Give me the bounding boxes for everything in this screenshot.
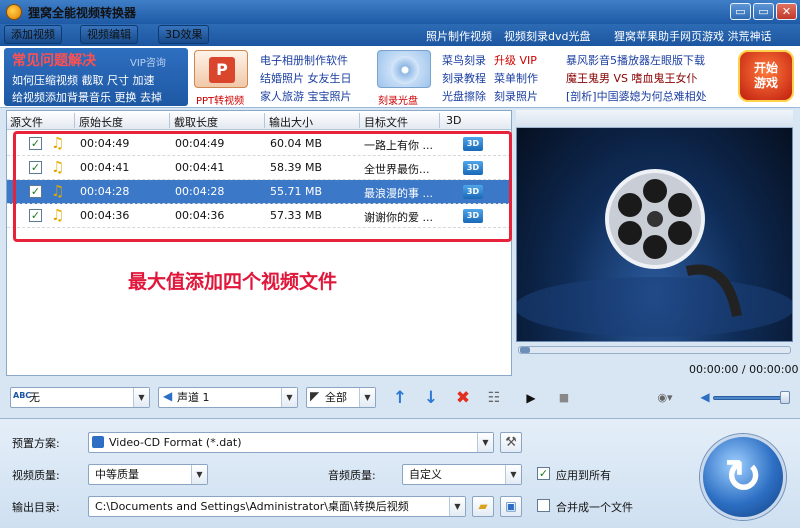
3d-effect-button[interactable]: 3D效果 xyxy=(158,25,210,44)
preview-toolbar xyxy=(516,110,793,128)
news-link-3[interactable]: [剖析]中国婆媳为何总难相处 xyxy=(566,88,707,104)
vip-consult-link[interactable]: VIP咨询 xyxy=(130,54,166,69)
header-divider xyxy=(74,113,75,128)
output-dir-input[interactable]: C:\Documents and Settings\Administrator\… xyxy=(88,496,466,517)
video-preview xyxy=(516,110,793,342)
chevron-down-icon[interactable]: ▼ xyxy=(191,465,207,484)
ppt-icon[interactable]: P xyxy=(194,50,248,88)
link-dvd-burn[interactable]: 视频刻录dvd光盘 xyxy=(504,28,590,44)
speaker-icon: ◀ xyxy=(163,389,173,403)
burn-link-erase[interactable]: 光盘擦除 xyxy=(442,88,486,104)
chevron-down-icon[interactable]: ▼ xyxy=(281,388,297,407)
burn-disc-link[interactable]: 刻录光盘 xyxy=(378,92,418,107)
video-quality-select[interactable]: 中等质量 xyxy=(88,464,208,485)
clear-list-icon[interactable]: ☷ xyxy=(482,388,506,408)
stop-icon[interactable]: ■ xyxy=(557,391,571,405)
news-link-2[interactable]: 魔王鬼男 VS 嗜血鬼王女仆 xyxy=(566,70,698,86)
restore-button[interactable]: ▭ xyxy=(753,3,774,20)
faq-title: 常见问题解决 xyxy=(12,53,96,69)
album-link-3[interactable]: 家人旅游 宝宝照片 xyxy=(260,88,352,104)
news-link-1[interactable]: 暴风影音5播放器左眼版下载 xyxy=(566,52,705,68)
subtitle-icon: ABC xyxy=(13,391,32,400)
burn-link-vip[interactable]: 升级 VIP xyxy=(494,52,537,68)
col-3d[interactable]: 3D xyxy=(446,114,461,127)
col-output-size[interactable]: 输出大小 xyxy=(269,114,313,130)
convert-arrow-icon: ↻ xyxy=(723,449,763,503)
burn-link-novice[interactable]: 菜鸟刻录 xyxy=(442,52,486,68)
apply-all-checkbox[interactable]: ✓ xyxy=(537,467,550,480)
wrench-icon[interactable]: ⚒ xyxy=(500,432,522,453)
audio-quality-select[interactable]: 自定义 xyxy=(402,464,522,485)
close-button[interactable]: ✕ xyxy=(776,3,797,20)
volume-icon[interactable]: ◀ xyxy=(698,390,712,404)
audio-track-value: 声道 1 xyxy=(177,391,210,404)
preset-label: 预置方案: xyxy=(12,437,60,450)
app-logo-icon xyxy=(6,4,22,20)
film-reel-icon xyxy=(517,169,792,337)
highlight-box xyxy=(13,131,512,242)
header-divider xyxy=(359,113,360,128)
burn-link-menu[interactable]: 菜单制作 xyxy=(494,70,538,86)
burn-link-tutorial[interactable]: 刻录教程 xyxy=(442,70,486,86)
faq-link-compress[interactable]: 如何压缩视频 截取 尺寸 加速 xyxy=(12,72,155,88)
ppt-to-video-link[interactable]: PPT转视频 xyxy=(196,92,244,107)
folder-icon[interactable]: ▰ xyxy=(472,496,494,517)
link-apple-assistant[interactable]: 狸窝苹果助手 xyxy=(614,28,680,44)
link-web-game[interactable]: 网页游戏 洪荒神话 xyxy=(680,28,772,44)
open-folder-icon[interactable]: ▣ xyxy=(500,496,522,517)
window-title: 狸窝全能视频转换器 xyxy=(28,6,137,20)
start-game-button[interactable]: 开始 游戏 xyxy=(738,50,794,102)
audio-quality-value: 自定义 xyxy=(409,468,442,481)
delete-icon[interactable]: ✖ xyxy=(451,388,475,408)
output-dir-value: C:\Documents and Settings\Administrator\… xyxy=(95,500,409,513)
volume-thumb[interactable] xyxy=(780,391,790,404)
col-target-file[interactable]: 目标文件 xyxy=(364,114,408,130)
video-quality-value: 中等质量 xyxy=(95,468,139,481)
format-icon xyxy=(92,436,104,448)
clip-icon: ◤ xyxy=(310,389,320,403)
start-game-label: 开始 游戏 xyxy=(753,61,778,90)
video-edit-button[interactable]: 视频编辑 xyxy=(80,25,138,44)
move-down-icon[interactable]: ↓ xyxy=(419,388,443,408)
chevron-down-icon[interactable]: ▼ xyxy=(505,465,521,484)
audio-track-select[interactable]: 声道 1 xyxy=(158,387,298,408)
faq-link-music[interactable]: 给视频添加背景音乐 更换 去掉 xyxy=(12,89,162,105)
chevron-down-icon[interactable]: ▼ xyxy=(359,388,375,407)
add-video-button[interactable]: 添加视频 xyxy=(4,25,62,44)
col-source[interactable]: 源文件 xyxy=(10,114,43,130)
merge-checkbox[interactable] xyxy=(537,499,550,512)
header-divider xyxy=(264,113,265,128)
link-photo-video[interactable]: 照片制作视频 xyxy=(426,28,492,44)
header-divider xyxy=(169,113,170,128)
col-orig-length[interactable]: 原始长度 xyxy=(79,114,123,130)
move-up-icon[interactable]: ↑ xyxy=(388,388,412,408)
apply-all-label: 应用到所有 xyxy=(556,469,611,482)
chevron-down-icon[interactable]: ▼ xyxy=(477,433,493,452)
chevron-down-icon[interactable]: ▼ xyxy=(449,497,465,516)
album-link-2[interactable]: 结婚照片 女友生日 xyxy=(260,70,352,86)
audio-quality-label: 音频质量: xyxy=(328,469,376,482)
chevron-down-icon[interactable]: ▼ xyxy=(133,388,149,407)
camera-icon[interactable]: ◉▾ xyxy=(654,391,676,405)
seek-thumb[interactable] xyxy=(520,347,530,353)
video-quality-label: 视频质量: xyxy=(12,469,60,482)
output-dir-label: 输出目录: xyxy=(12,501,60,514)
merge-label: 合并成一个文件 xyxy=(556,501,633,514)
annotation-text: 最大值添加四个视频文件 xyxy=(128,271,338,293)
minimize-button[interactable]: ▭ xyxy=(730,3,751,20)
volume-slider[interactable] xyxy=(713,396,783,400)
play-icon[interactable]: ▶ xyxy=(524,391,538,405)
clip-value: 全部 xyxy=(325,391,347,404)
burn-disc-icon[interactable] xyxy=(377,50,431,88)
header-divider xyxy=(439,113,440,128)
col-cut-length[interactable]: 截取长度 xyxy=(174,114,218,130)
seek-slider[interactable] xyxy=(518,346,791,354)
time-display: 00:00:00 / 00:00:00 xyxy=(689,363,799,376)
preset-select[interactable]: Video-CD Format (*.dat) xyxy=(88,432,494,453)
burn-link-photo[interactable]: 刻录照片 xyxy=(494,88,538,104)
preset-value: Video-CD Format (*.dat) xyxy=(109,436,242,449)
album-link-1[interactable]: 电子相册制作软件 xyxy=(260,52,348,68)
